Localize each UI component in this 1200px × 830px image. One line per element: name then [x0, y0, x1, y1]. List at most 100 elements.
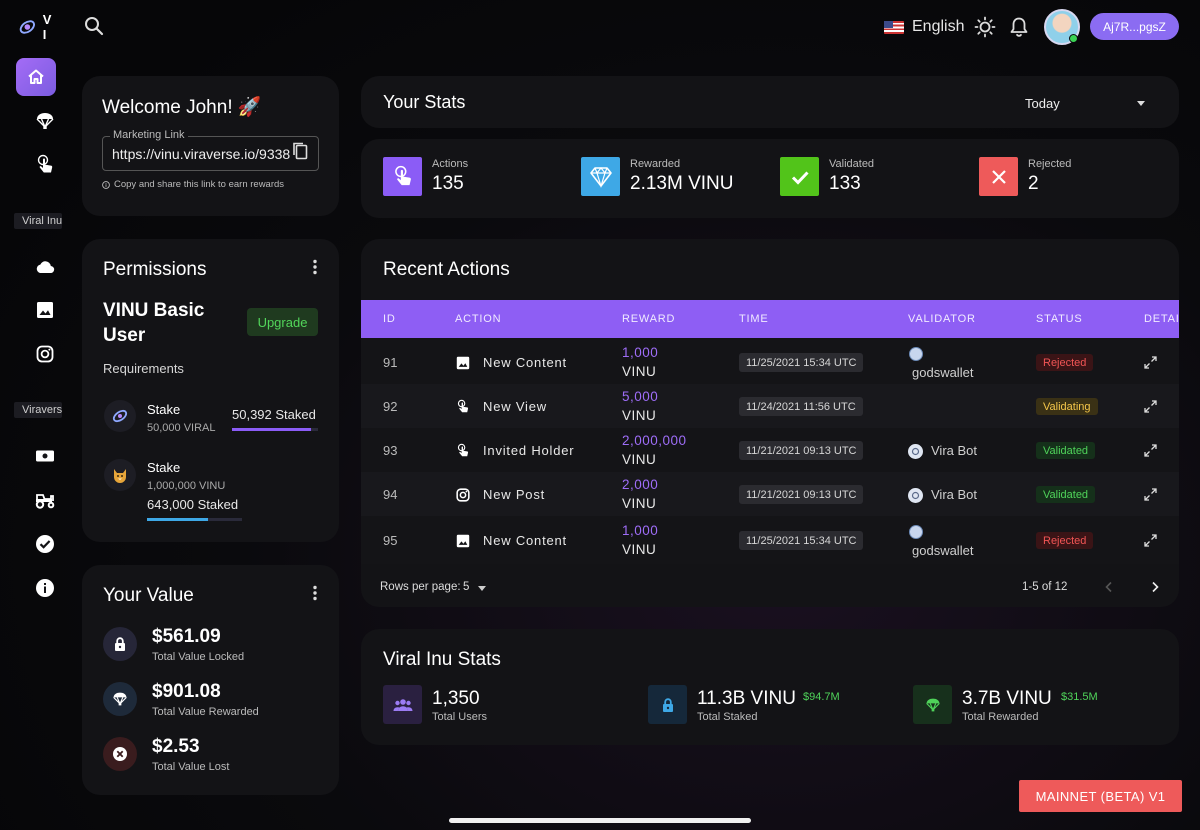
- permission-tier: VINU Basic User: [103, 300, 205, 346]
- image-icon: [455, 355, 471, 371]
- info-small-icon: [102, 180, 110, 189]
- image-icon: [455, 533, 471, 549]
- row-validator: Vira Bot: [931, 443, 978, 458]
- row-reward-unit: VINU: [622, 452, 657, 467]
- row-reward-value: 2,000,000: [622, 433, 687, 448]
- parachute-icon: [103, 682, 137, 716]
- touch-icon: [455, 399, 471, 415]
- your-stats-card: [361, 139, 1179, 218]
- total-staked-label: Total Staked: [697, 711, 758, 723]
- parachute-icon: [36, 113, 54, 129]
- sidebar-item-instagram[interactable]: [33, 342, 57, 366]
- rows-per-page-select[interactable]: 5: [463, 581, 469, 593]
- viral-token-icon: [104, 400, 136, 432]
- column-header-status[interactable]: STATUS: [1036, 313, 1083, 325]
- total-rewarded-value: 3.7B VINU: [962, 688, 1052, 709]
- total-staked-value: 11.3B VINU: [697, 688, 796, 709]
- sidebar-item-images[interactable]: [33, 298, 57, 322]
- sidebar-item-home[interactable]: [16, 58, 56, 96]
- sidebar-item-tractor[interactable]: [33, 488, 57, 512]
- expand-icon[interactable]: [1144, 400, 1157, 413]
- row-id: 91: [383, 355, 398, 370]
- actions-stat-value: 135: [432, 173, 464, 194]
- your-stats-title: Your Stats: [383, 92, 466, 112]
- period-select[interactable]: Today: [1025, 96, 1060, 111]
- lock-icon: [648, 685, 687, 724]
- column-header-id[interactable]: ID: [383, 313, 396, 325]
- actions-stat-icon: [383, 157, 422, 196]
- column-header-time[interactable]: TIME: [739, 313, 768, 325]
- validated-stat-label: Validated: [829, 158, 875, 170]
- viral-inu-stats-title: Viral Inu Stats: [383, 649, 501, 670]
- requirement-2-staked: 643,000 Staked: [147, 497, 239, 512]
- search-icon[interactable]: [82, 14, 106, 38]
- touch-icon: [455, 443, 471, 459]
- row-status-badge: Validated: [1036, 442, 1096, 459]
- sun-icon[interactable]: [974, 16, 996, 38]
- viral-logo-icon: [19, 20, 35, 34]
- caret-down-icon[interactable]: [478, 586, 486, 591]
- language-selector[interactable]: English: [884, 16, 964, 38]
- parachute-icon: [913, 685, 952, 724]
- sidebar-item-validations[interactable]: [33, 532, 57, 556]
- validator-avatar-icon: [909, 347, 923, 361]
- row-time: 11/24/2021 11:56 UTC: [739, 397, 863, 416]
- sidebar-item-cloud[interactable]: [33, 255, 57, 279]
- chevron-left-icon[interactable]: [1102, 580, 1116, 594]
- expand-icon[interactable]: [1144, 488, 1157, 501]
- total-value-rewarded-label: Total Value Rewarded: [152, 706, 259, 718]
- network-badge-button[interactable]: MAINNET (BETA) V1: [1019, 780, 1182, 812]
- copy-icon[interactable]: [291, 141, 309, 161]
- total-value-lost-label: Total Value Lost: [152, 761, 230, 773]
- more-vert-icon[interactable]: [312, 259, 318, 275]
- requirement-2-progress-fill: [147, 518, 208, 521]
- row-id: 93: [383, 443, 398, 458]
- upgrade-button[interactable]: Upgrade: [247, 308, 318, 336]
- lock-icon: [103, 627, 137, 661]
- expand-icon[interactable]: [1144, 444, 1157, 457]
- marketing-link-value[interactable]: https://vinu.viraverse.io/9338: [112, 146, 290, 162]
- total-value-locked-amount: $561.09: [152, 626, 221, 647]
- column-header-validator[interactable]: VALIDATOR: [908, 313, 976, 325]
- sidebar-item-info[interactable]: [33, 576, 57, 600]
- us-flag-icon: [884, 20, 904, 34]
- app-logo[interactable]: V I: [18, 12, 66, 42]
- users-icon: [383, 685, 422, 724]
- bell-icon[interactable]: [1009, 16, 1029, 38]
- column-header-details[interactable]: DETAI: [1144, 313, 1179, 325]
- row-reward-value: 1,000: [622, 345, 659, 360]
- expand-icon[interactable]: [1144, 534, 1157, 547]
- row-time: 11/25/2021 15:34 UTC: [739, 531, 864, 550]
- row-reward-value: 5,000: [622, 389, 659, 404]
- permissions-title: Permissions: [103, 259, 207, 280]
- language-label: English: [912, 18, 965, 35]
- row-validator: godswallet: [912, 365, 974, 380]
- row-id: 92: [383, 399, 398, 414]
- more-vert-icon[interactable]: [312, 585, 318, 601]
- sidebar-item-actions[interactable]: [33, 153, 57, 177]
- caret-down-icon[interactable]: [1137, 101, 1145, 106]
- requirement-2-label: Stake: [147, 460, 181, 475]
- sidebar-item-airdrop[interactable]: [33, 109, 57, 133]
- bot-avatar-icon: [908, 444, 923, 459]
- row-reward-value: 1,000: [622, 523, 659, 538]
- row-action: New Content: [483, 533, 567, 548]
- requirement-2-progress: [147, 518, 242, 521]
- row-id: 94: [383, 487, 398, 502]
- marketing-link-help: Copy and share this link to earn rewards: [102, 179, 284, 190]
- sidebar-item-money[interactable]: [33, 444, 57, 468]
- column-header-reward[interactable]: REWARD: [622, 313, 675, 325]
- marketing-link-help-text: Copy and share this link to earn rewards: [114, 179, 285, 190]
- wallet-address-button[interactable]: Aj7R...pgsZ: [1090, 13, 1179, 40]
- welcome-title: Welcome John! 🚀: [102, 97, 262, 118]
- row-status-badge: Validated: [1036, 486, 1096, 503]
- row-time: 11/21/2021 09:13 UTC: [739, 485, 864, 504]
- money-icon: [36, 450, 54, 462]
- row-action: Invited Holder: [483, 443, 575, 458]
- row-reward-unit: VINU: [622, 364, 657, 379]
- rewarded-stat-label: Rewarded: [630, 158, 681, 170]
- chevron-right-icon[interactable]: [1148, 580, 1162, 594]
- column-header-action[interactable]: ACTION: [455, 313, 501, 325]
- actions-stat-label: Actions: [432, 158, 469, 170]
- expand-icon[interactable]: [1144, 356, 1157, 369]
